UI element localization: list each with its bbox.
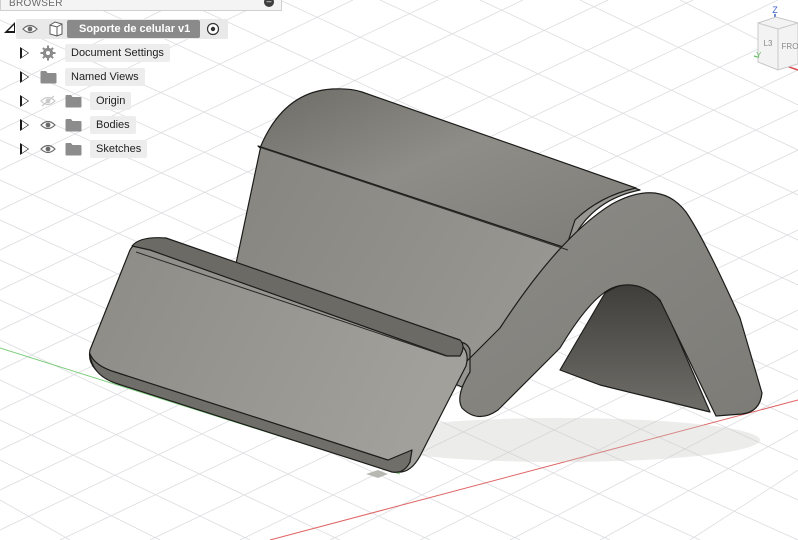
folder-icon: [65, 143, 82, 156]
sketches-label: Sketches: [90, 140, 148, 158]
folder-icon: [65, 95, 82, 108]
radio-target-icon[interactable]: [206, 22, 220, 36]
axis-y-label: Y: [756, 51, 762, 60]
named-views-label: Named Views: [65, 68, 145, 86]
gear-icon: [40, 45, 56, 61]
browser-title: BROWSER: [9, 0, 63, 9]
component-icon: [49, 21, 63, 37]
eye-hidden-icon[interactable]: [40, 95, 56, 107]
axis-z-label: Z: [772, 5, 778, 15]
folder-icon: [65, 119, 82, 132]
eye-icon[interactable]: [40, 119, 56, 131]
browser-item-bodies[interactable]: Bodies: [0, 115, 150, 135]
browser-item-document-settings[interactable]: Document Settings: [0, 43, 180, 63]
origin-label: Origin: [90, 92, 132, 110]
expand-icon[interactable]: [20, 71, 29, 83]
folder-icon: [40, 71, 57, 84]
viewcube-face-top[interactable]: L3: [764, 39, 773, 48]
viewcube-face-front[interactable]: FRO: [782, 42, 798, 51]
origin-marker: [366, 470, 388, 478]
expand-icon[interactable]: [20, 143, 29, 155]
browser-item-sketches[interactable]: Sketches: [0, 139, 160, 159]
document-settings-label: Document Settings: [65, 44, 170, 62]
expand-icon[interactable]: [20, 119, 29, 131]
viewcube[interactable]: Z L3 FRO Y: [752, 4, 798, 72]
browser-item-named-views[interactable]: Named Views: [0, 67, 160, 87]
minus-icon[interactable]: –: [264, 0, 274, 7]
bodies-label: Bodies: [90, 116, 136, 134]
browser-panel-header: BROWSER –: [0, 0, 282, 11]
root-component-label[interactable]: Soporte de celular v1: [67, 20, 201, 38]
eye-icon[interactable]: [40, 143, 56, 155]
browser-item-origin[interactable]: Origin: [0, 91, 150, 111]
browser-root-row[interactable]: Soporte de celular v1: [0, 19, 230, 39]
expand-icon[interactable]: [20, 47, 29, 59]
expand-icon[interactable]: [20, 95, 29, 107]
expand-open-icon[interactable]: [4, 22, 15, 33]
eye-icon[interactable]: [22, 23, 38, 35]
